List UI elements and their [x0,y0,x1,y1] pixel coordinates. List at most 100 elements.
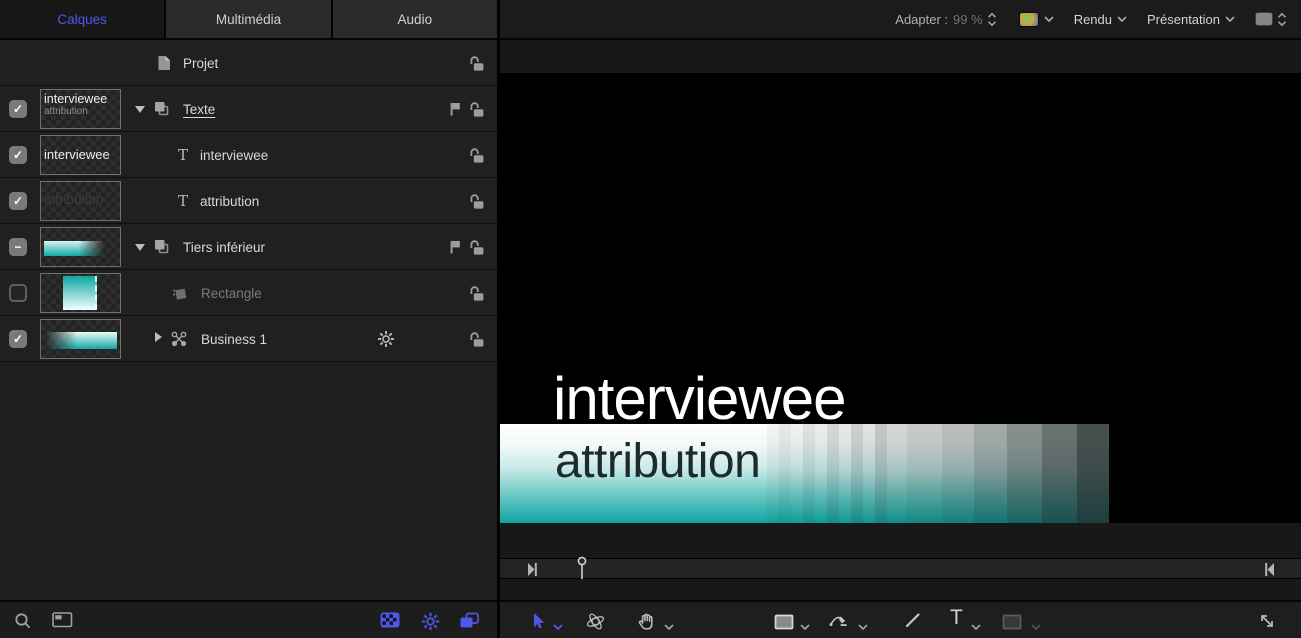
layer-row-attribution[interactable]: ✓ attribution T attribution [0,178,497,224]
expand-fullscreen-icon[interactable] [1257,611,1277,636]
unlock-icon[interactable] [468,193,486,215]
view-menu[interactable]: Présentation [1147,12,1220,27]
layer-row-rectangle[interactable]: Rectangle [0,270,497,316]
render-menu[interactable]: Rendu [1074,12,1112,27]
layer-thumbnail[interactable] [40,227,121,267]
layer-thumbnail[interactable] [40,273,121,313]
line-tool-icon[interactable] [904,611,922,634]
select-tool-chevron-icon[interactable] [553,618,563,636]
out-point-marker[interactable] [1263,561,1275,583]
group-icon [153,100,170,117]
mini-timeline[interactable] [500,558,1301,579]
layout-stepper-icon[interactable] [1277,12,1287,27]
layer-label: Rectangle [201,270,262,316]
thumb-gradient-rect [63,276,97,310]
bezier-pen-tool-icon[interactable] [828,611,849,636]
layers-panel: Calques Multimédia Audio Projet ✓ interv… [0,0,497,638]
in-point-marker[interactable] [527,561,539,583]
layer-thumbnail[interactable]: interviewee attribution [40,89,121,129]
shape-tool-chevron-icon[interactable] [800,618,810,636]
activation-checkbox-mixed[interactable]: − [9,238,27,256]
show-layers-icon[interactable] [459,612,480,634]
layers-panel-footer [0,600,497,638]
thumb-text: attribution [44,106,120,117]
tab-multimedia[interactable]: Multimédia [166,0,332,38]
layers-list: Projet ✓ interviewee attribution Texte ✓ [0,40,497,362]
thumb-gradient-bar [44,332,117,349]
activation-checkbox[interactable]: ✓ [9,100,27,118]
show-masks-icon[interactable] [380,612,400,633]
lower-third-band: attribution [500,424,1109,523]
window-layout-icon[interactable] [1255,12,1273,26]
zoom-fit-label[interactable]: Adapter : [895,12,948,27]
layer-label: Business 1 [201,316,267,362]
unlock-icon[interactable] [468,101,486,123]
search-icon[interactable] [14,612,33,636]
pan-hand-tool-icon[interactable] [636,611,656,636]
canvas-toolbar: Adapter : 99 % Rendu Présentation [500,0,1301,40]
thumbnail-display-icon[interactable] [52,612,73,633]
mask-tool-icon-disabled [1002,614,1022,635]
disclosure-triangle[interactable] [135,106,145,113]
text-layer-icon: T [178,192,188,210]
flag-icon[interactable] [448,239,462,260]
tab-calques[interactable]: Calques [0,0,166,38]
show-behaviors-icon[interactable] [421,612,440,636]
layer-row-tiers-inferieur[interactable]: − Tiers inférieur [0,224,497,270]
activation-checkbox[interactable]: ✓ [9,192,27,210]
disclosure-triangle[interactable] [155,332,162,342]
layer-label: interviewee [200,132,268,178]
layer-label: Texte [183,86,215,132]
layer-thumbnail[interactable] [40,319,121,359]
chevron-down-icon[interactable] [1044,16,1054,23]
color-display-icon[interactable] [1019,12,1039,27]
tab-audio[interactable]: Audio [333,0,497,38]
playhead-marker[interactable] [576,555,588,586]
layer-thumbnail[interactable]: interviewee [40,135,121,175]
layer-thumbnail[interactable]: attribution [40,181,121,221]
canvas-area: Adapter : 99 % Rendu Présentation interv… [500,0,1301,638]
motion-window: Calques Multimédia Audio Projet ✓ interv… [0,0,1301,638]
thumb-text: interviewee [44,147,120,162]
layer-label: attribution [200,178,259,224]
layer-label: Tiers inférieur [183,224,265,270]
unlock-icon[interactable] [468,55,486,77]
select-tool-icon[interactable] [528,611,546,635]
thumb-text: attribution [44,192,120,207]
pen-tool-chevron-icon[interactable] [858,618,868,636]
unlock-icon[interactable] [468,331,486,353]
canvas-subtitle-text: attribution [555,437,760,487]
shape-icon [171,285,188,302]
layer-label: Projet [183,40,218,86]
mask-tool-chevron-icon-disabled [1031,618,1041,636]
disclosure-triangle[interactable] [135,244,145,251]
layer-row-texte[interactable]: ✓ interviewee attribution Texte [0,86,497,132]
unlock-icon[interactable] [468,147,486,169]
panel-tabs: Calques Multimédia Audio [0,0,497,40]
text-tool-chevron-icon[interactable] [971,618,981,636]
layer-row-business-1[interactable]: ✓ Business 1 [0,316,497,362]
hand-tool-chevron-icon[interactable] [664,618,674,636]
unlock-icon[interactable] [468,285,486,307]
layer-row-interviewee[interactable]: ✓ interviewee T interviewee [0,132,497,178]
layer-row-projet[interactable]: Projet [0,40,497,86]
activation-checkbox[interactable]: ✓ [9,330,27,348]
tools-toolbar: T [500,600,1301,638]
3d-transform-tool-icon[interactable] [585,611,606,637]
text-tool-icon[interactable]: T [950,606,963,630]
rectangle-tool-icon[interactable] [774,614,794,635]
zoom-stepper-icon[interactable] [987,12,997,27]
text-layer-icon: T [178,146,188,164]
thumb-text: interviewee [44,93,120,106]
activation-checkbox-unchecked[interactable] [9,284,27,302]
chevron-down-icon[interactable] [1117,16,1127,23]
group-icon [153,238,170,255]
chevron-down-icon[interactable] [1225,16,1235,23]
project-document-icon [157,55,171,71]
activation-checkbox[interactable]: ✓ [9,146,27,164]
flag-icon[interactable] [448,101,462,122]
canvas-title-text: interviewee [553,370,846,428]
zoom-value[interactable]: 99 % [953,12,983,27]
unlock-icon[interactable] [468,239,486,261]
gear-icon[interactable] [377,330,395,353]
